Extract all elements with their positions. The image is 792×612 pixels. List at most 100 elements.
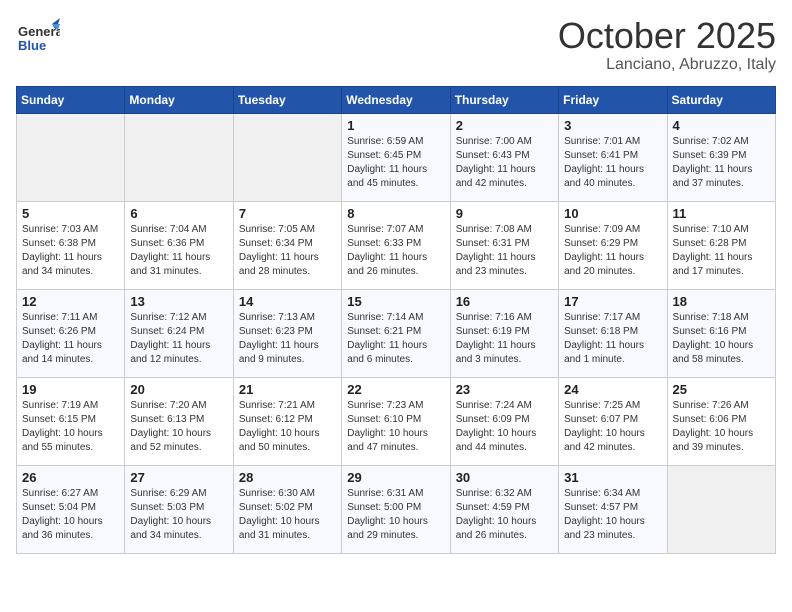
calendar-cell: 5 Sunrise: 7:03 AM Sunset: 6:38 PM Daylig… [17, 201, 125, 289]
weekday-header-thursday: Thursday [450, 86, 558, 113]
weekday-header-saturday: Saturday [667, 86, 775, 113]
day-info: Sunrise: 7:02 AM Sunset: 6:39 PM Dayligh… [673, 135, 770, 191]
day-info: Sunrise: 7:09 AM Sunset: 6:29 PM Dayligh… [564, 223, 661, 279]
day-info: Sunrise: 7:03 AM Sunset: 6:38 PM Dayligh… [22, 223, 119, 279]
calendar-cell [17, 113, 125, 201]
calendar-cell: 23 Sunrise: 7:24 AM Sunset: 6:09 PM Dayli… [450, 377, 558, 465]
calendar-cell: 10 Sunrise: 7:09 AM Sunset: 6:29 PM Dayli… [559, 201, 667, 289]
logo-icon: General Blue [16, 16, 60, 65]
calendar-cell: 8 Sunrise: 7:07 AM Sunset: 6:33 PM Daylig… [342, 201, 450, 289]
day-number: 16 [456, 294, 553, 309]
calendar-cell: 1 Sunrise: 6:59 AM Sunset: 6:45 PM Daylig… [342, 113, 450, 201]
week-row-4: 19 Sunrise: 7:19 AM Sunset: 6:15 PM Dayli… [17, 377, 776, 465]
weekday-header-friday: Friday [559, 86, 667, 113]
day-info: Sunrise: 7:08 AM Sunset: 6:31 PM Dayligh… [456, 223, 553, 279]
weekday-header-wednesday: Wednesday [342, 86, 450, 113]
day-number: 4 [673, 118, 770, 133]
day-number: 5 [22, 206, 119, 221]
day-number: 22 [347, 382, 444, 397]
calendar-cell: 7 Sunrise: 7:05 AM Sunset: 6:34 PM Daylig… [233, 201, 341, 289]
day-number: 8 [347, 206, 444, 221]
day-info: Sunrise: 6:32 AM Sunset: 4:59 PM Dayligh… [456, 487, 553, 543]
day-info: Sunrise: 6:27 AM Sunset: 5:04 PM Dayligh… [22, 487, 119, 543]
day-info: Sunrise: 7:12 AM Sunset: 6:24 PM Dayligh… [130, 311, 227, 367]
day-number: 18 [673, 294, 770, 309]
day-number: 21 [239, 382, 336, 397]
calendar-cell: 2Sunrise: 7:00 AM Sunset: 6:43 PM Daylig… [450, 113, 558, 201]
day-number: 29 [347, 470, 444, 485]
week-row-1: 1 Sunrise: 6:59 AM Sunset: 6:45 PM Daylig… [17, 113, 776, 201]
calendar-cell: 29 Sunrise: 6:31 AM Sunset: 5:00 PM Dayli… [342, 465, 450, 553]
calendar-cell: 9 Sunrise: 7:08 AM Sunset: 6:31 PM Daylig… [450, 201, 558, 289]
calendar-cell: 21 Sunrise: 7:21 AM Sunset: 6:12 PM Dayli… [233, 377, 341, 465]
weekday-header-row: SundayMondayTuesdayWednesdayThursdayFrid… [17, 86, 776, 113]
calendar-cell: 15Sunrise: 7:14 AM Sunset: 6:21 PM Dayli… [342, 289, 450, 377]
calendar-cell: 22 Sunrise: 7:23 AM Sunset: 6:10 PM Dayli… [342, 377, 450, 465]
day-number: 23 [456, 382, 553, 397]
day-info: Sunrise: 7:00 AM Sunset: 6:43 PM Dayligh… [456, 135, 553, 191]
day-info: Sunrise: 7:18 AM Sunset: 6:16 PM Dayligh… [673, 311, 770, 367]
logo: General Blue [16, 16, 60, 65]
weekday-header-monday: Monday [125, 86, 233, 113]
day-info: Sunrise: 7:19 AM Sunset: 6:15 PM Dayligh… [22, 399, 119, 455]
day-number: 7 [239, 206, 336, 221]
day-number: 19 [22, 382, 119, 397]
day-number: 27 [130, 470, 227, 485]
day-number: 10 [564, 206, 661, 221]
day-info: Sunrise: 6:31 AM Sunset: 5:00 PM Dayligh… [347, 487, 444, 543]
day-number: 25 [673, 382, 770, 397]
day-number: 3 [564, 118, 661, 133]
day-info: Sunrise: 7:10 AM Sunset: 6:28 PM Dayligh… [673, 223, 770, 279]
day-info: Sunrise: 7:21 AM Sunset: 6:12 PM Dayligh… [239, 399, 336, 455]
title-block: October 2025 Lanciano, Abruzzo, Italy [558, 16, 776, 74]
day-number: 11 [673, 206, 770, 221]
day-info: Sunrise: 7:07 AM Sunset: 6:33 PM Dayligh… [347, 223, 444, 279]
weekday-header-sunday: Sunday [17, 86, 125, 113]
calendar-cell [667, 465, 775, 553]
day-number: 14 [239, 294, 336, 309]
page-header: General Blue October 2025 Lanciano, Abru… [16, 16, 776, 74]
calendar-cell: 6 Sunrise: 7:04 AM Sunset: 6:36 PM Daylig… [125, 201, 233, 289]
day-info: Sunrise: 7:25 AM Sunset: 6:07 PM Dayligh… [564, 399, 661, 455]
weekday-header-tuesday: Tuesday [233, 86, 341, 113]
day-number: 6 [130, 206, 227, 221]
week-row-5: 26 Sunrise: 6:27 AM Sunset: 5:04 PM Dayli… [17, 465, 776, 553]
location: Lanciano, Abruzzo, Italy [558, 56, 776, 74]
calendar-table: SundayMondayTuesdayWednesdayThursdayFrid… [16, 86, 776, 554]
calendar-cell: 20Sunrise: 7:20 AM Sunset: 6:13 PM Dayli… [125, 377, 233, 465]
day-number: 13 [130, 294, 227, 309]
calendar-cell: 30Sunrise: 6:32 AM Sunset: 4:59 PM Dayli… [450, 465, 558, 553]
calendar-cell: 12 Sunrise: 7:11 AM Sunset: 6:26 PM Dayli… [17, 289, 125, 377]
calendar-cell [233, 113, 341, 201]
day-number: 1 [347, 118, 444, 133]
calendar-cell: 28Sunrise: 6:30 AM Sunset: 5:02 PM Dayli… [233, 465, 341, 553]
calendar-cell: 26 Sunrise: 6:27 AM Sunset: 5:04 PM Dayli… [17, 465, 125, 553]
day-info: Sunrise: 7:11 AM Sunset: 6:26 PM Dayligh… [22, 311, 119, 367]
day-number: 24 [564, 382, 661, 397]
day-info: Sunrise: 7:04 AM Sunset: 6:36 PM Dayligh… [130, 223, 227, 279]
calendar-cell [125, 113, 233, 201]
day-info: Sunrise: 6:34 AM Sunset: 4:57 PM Dayligh… [564, 487, 661, 543]
calendar-cell: 31 Sunrise: 6:34 AM Sunset: 4:57 PM Dayli… [559, 465, 667, 553]
calendar-cell: 25 Sunrise: 7:26 AM Sunset: 6:06 PM Dayli… [667, 377, 775, 465]
day-info: Sunrise: 7:13 AM Sunset: 6:23 PM Dayligh… [239, 311, 336, 367]
day-number: 9 [456, 206, 553, 221]
day-info: Sunrise: 6:29 AM Sunset: 5:03 PM Dayligh… [130, 487, 227, 543]
svg-text:Blue: Blue [18, 38, 46, 53]
day-number: 12 [22, 294, 119, 309]
day-number: 31 [564, 470, 661, 485]
day-info: Sunrise: 6:59 AM Sunset: 6:45 PM Dayligh… [347, 135, 444, 191]
calendar-cell: 14 Sunrise: 7:13 AM Sunset: 6:23 PM Dayli… [233, 289, 341, 377]
calendar-cell: 4 Sunrise: 7:02 AM Sunset: 6:39 PM Daylig… [667, 113, 775, 201]
day-info: Sunrise: 7:26 AM Sunset: 6:06 PM Dayligh… [673, 399, 770, 455]
calendar-cell: 16 Sunrise: 7:16 AM Sunset: 6:19 PM Dayli… [450, 289, 558, 377]
calendar-cell: 18 Sunrise: 7:18 AM Sunset: 6:16 PM Dayli… [667, 289, 775, 377]
calendar-cell: 3Sunrise: 7:01 AM Sunset: 6:41 PM Daylig… [559, 113, 667, 201]
day-number: 20 [130, 382, 227, 397]
day-info: Sunrise: 7:24 AM Sunset: 6:09 PM Dayligh… [456, 399, 553, 455]
day-number: 26 [22, 470, 119, 485]
day-info: Sunrise: 7:16 AM Sunset: 6:19 PM Dayligh… [456, 311, 553, 367]
day-info: Sunrise: 7:23 AM Sunset: 6:10 PM Dayligh… [347, 399, 444, 455]
day-info: Sunrise: 7:05 AM Sunset: 6:34 PM Dayligh… [239, 223, 336, 279]
calendar-cell: 13 Sunrise: 7:12 AM Sunset: 6:24 PM Dayli… [125, 289, 233, 377]
